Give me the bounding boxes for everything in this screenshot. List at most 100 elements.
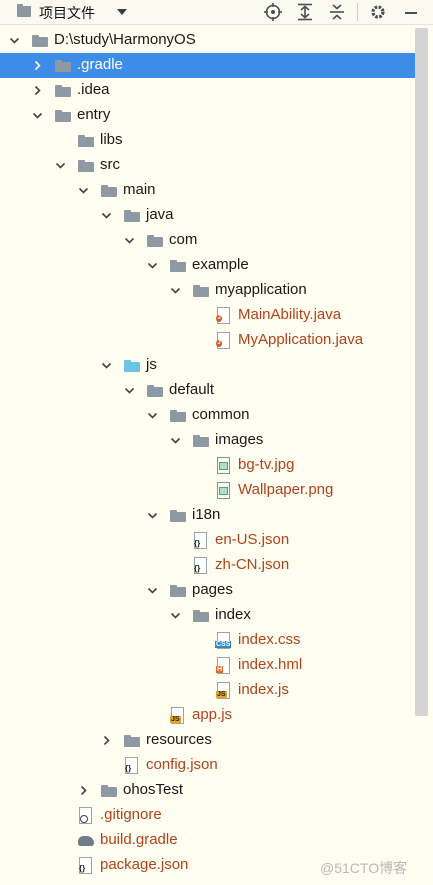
watermark: @51CTO博客 [320, 860, 408, 876]
tree-item-example[interactable]: example [0, 253, 415, 278]
tree-item-gitignore[interactable]: .gitignore [0, 803, 415, 828]
expand-all-icon[interactable] [294, 1, 316, 23]
tree-item-libs[interactable]: libs [0, 128, 415, 153]
tree-item-images[interactable]: images [0, 428, 415, 453]
folder-icon [170, 410, 186, 422]
tree-item-zh-cn-json[interactable]: {} zh-CN.json [0, 553, 415, 578]
chevron-down-icon[interactable] [147, 410, 158, 421]
chevron-right-icon[interactable] [32, 60, 43, 71]
chevron-down-icon[interactable] [55, 160, 66, 171]
chevron-down-icon[interactable] [101, 210, 112, 221]
folder-icon [193, 285, 209, 297]
tree-item-index-hml[interactable]: Hindex.hml [0, 653, 415, 678]
minimize-icon[interactable] [400, 1, 422, 23]
folder-icon [124, 735, 140, 747]
tree-item-index-js[interactable]: JS index.js [0, 678, 415, 703]
locate-icon[interactable] [262, 1, 284, 23]
tree-item-ohostest[interactable]: ohosTest [0, 778, 415, 803]
chevron-down-icon[interactable] [124, 385, 135, 396]
tree-item-src[interactable]: src [0, 153, 415, 178]
folder-icon [193, 610, 209, 622]
chevron-down-icon[interactable] [170, 435, 181, 446]
tree-item-wallpaper-png[interactable]: Wallpaper.png [0, 478, 415, 503]
css-file-icon: CSS [215, 632, 232, 649]
json-file-icon: {} [193, 557, 207, 574]
chevron-down-icon[interactable] [147, 510, 158, 521]
toolbar-divider [357, 3, 358, 21]
tree-item-d-study-harmonyos[interactable]: D:\study\HarmonyOS [0, 28, 415, 53]
tree-item-mainability-java[interactable]: J MainAbility.java [0, 303, 415, 328]
tree-item-label: .idea [77, 81, 110, 98]
tree-item-label: pages [192, 581, 233, 598]
tree-item-label: en-US.json [215, 531, 290, 548]
json-file-icon: {} [78, 857, 92, 874]
tree-item-label: common [192, 406, 250, 423]
tree-item-label: js [146, 356, 157, 373]
chevron-right-icon[interactable] [101, 735, 112, 746]
tree-item-entry[interactable]: entry [0, 103, 415, 128]
image-file-icon [216, 482, 230, 499]
tree-item-en-us-json[interactable]: {} en-US.json [0, 528, 415, 553]
tree-item-label: ohosTest [123, 781, 184, 798]
java-file-icon: J [216, 332, 230, 349]
tree-item-label: java [146, 206, 174, 223]
tree-item-label: default [169, 381, 215, 398]
tree-item-default[interactable]: default [0, 378, 415, 403]
chevron-down-icon[interactable] [117, 9, 127, 15]
tree-item-label: config.json [146, 756, 218, 773]
folder-icon [55, 85, 71, 97]
js-file-icon: JS [216, 682, 230, 699]
project-view-label[interactable]: 项目文件 [39, 3, 95, 23]
folder-icon [55, 60, 71, 72]
chevron-down-icon[interactable] [147, 260, 158, 271]
tree-item-label: src [100, 156, 120, 173]
tree-item-common[interactable]: common [0, 403, 415, 428]
chevron-down-icon[interactable] [124, 235, 135, 246]
tree-item-pages[interactable]: pages [0, 578, 415, 603]
tree-item-label: app.js [192, 706, 233, 723]
tree-item-label: index.css [238, 631, 301, 648]
tree-item-label: entry [77, 106, 111, 123]
tree-item-label: myapplication [215, 281, 307, 298]
tree-item-myapplication[interactable]: myapplication [0, 278, 415, 303]
chevron-down-icon[interactable] [170, 285, 181, 296]
tree-item-main[interactable]: main [0, 178, 415, 203]
tree-item-i18n[interactable]: i18n [0, 503, 415, 528]
folder-icon [147, 385, 163, 397]
chevron-down-icon[interactable] [170, 610, 181, 621]
vertical-scrollbar[interactable] [415, 28, 428, 716]
collapse-all-icon[interactable] [326, 1, 348, 23]
chevron-right-icon[interactable] [32, 85, 43, 96]
tree-item-label: main [123, 181, 156, 198]
tree-item-java[interactable]: java [0, 203, 415, 228]
chevron-down-icon[interactable] [101, 360, 112, 371]
chevron-down-icon[interactable] [147, 585, 158, 596]
tree-item-bg-tv-jpg[interactable]: bg-tv.jpg [0, 453, 415, 478]
chevron-right-icon[interactable] [78, 785, 89, 796]
folder-icon [78, 160, 94, 172]
tree-item-label: example [192, 256, 249, 273]
tree-item-config-json[interactable]: {} config.json [0, 753, 415, 778]
folder-icon [170, 585, 186, 597]
tree-item-build-gradle[interactable]: build.gradle [0, 828, 415, 853]
tree-item-com[interactable]: com [0, 228, 415, 253]
js-file-icon: JS [170, 707, 184, 724]
tree-item-gradle[interactable]: .gradle [0, 53, 415, 78]
tree-item-index-css[interactable]: CSS index.css [0, 628, 415, 653]
tree-item-idea[interactable]: .idea [0, 78, 415, 103]
tree-item-app-js[interactable]: JS app.js [0, 703, 415, 728]
chevron-down-icon[interactable] [9, 35, 20, 46]
image-file-icon [216, 457, 230, 474]
chevron-down-icon[interactable] [78, 185, 89, 196]
chevron-down-icon[interactable] [32, 110, 43, 121]
tree-item-resources[interactable]: resources [0, 728, 415, 753]
folder-icon [147, 235, 163, 247]
tree-item-index[interactable]: index [0, 603, 415, 628]
gear-icon[interactable] [367, 1, 389, 23]
project-view-icon [17, 4, 31, 17]
tree-item-myapplication-java[interactable]: J MyApplication.java [0, 328, 415, 353]
project-toolbar: 项目文件 [0, 0, 433, 25]
tree-item-label: libs [100, 131, 123, 148]
tree-item-js[interactable]: js [0, 353, 415, 378]
folder-icon [170, 510, 186, 522]
